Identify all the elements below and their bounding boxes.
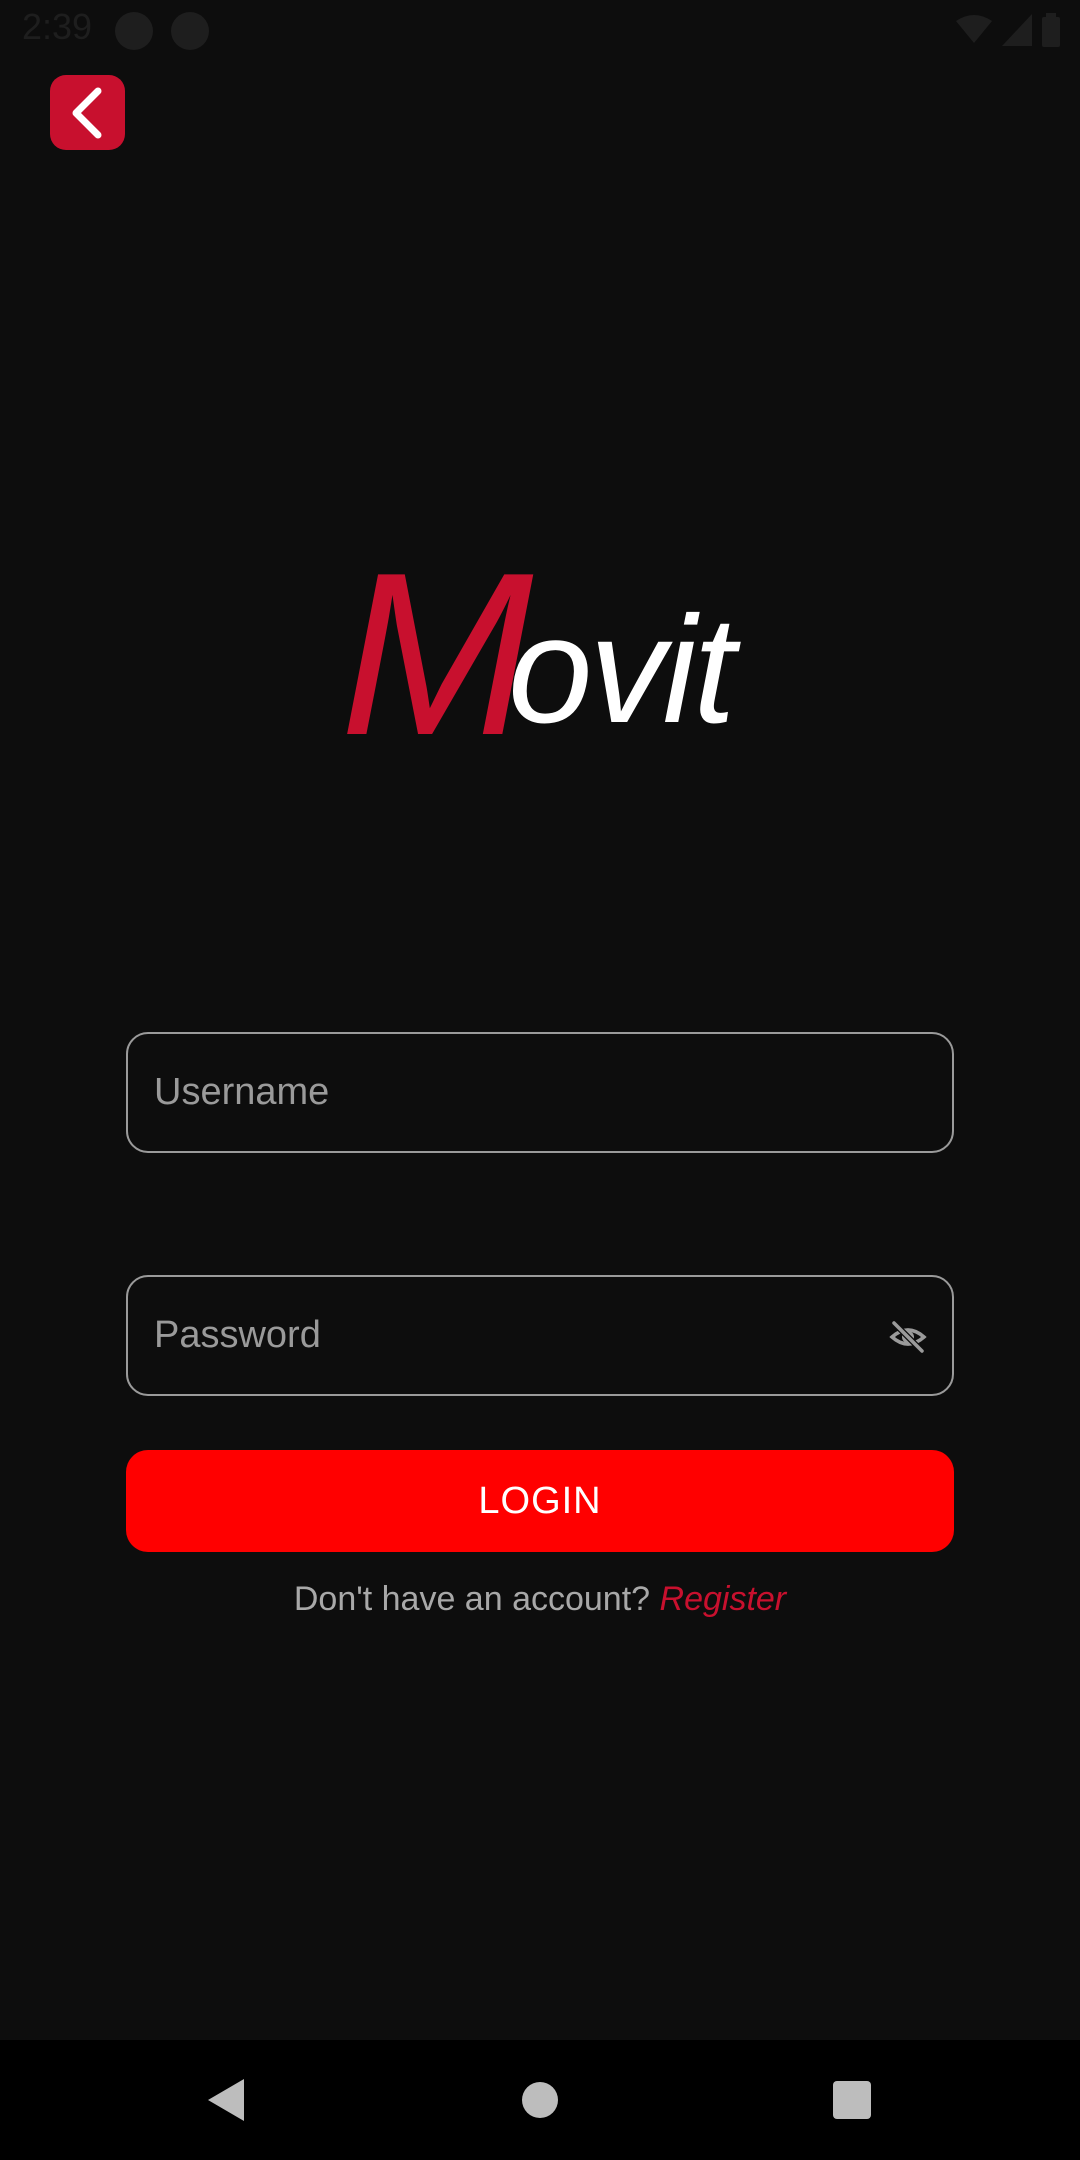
password-field[interactable] [126, 1275, 954, 1396]
status-bar: 2:39 [0, 0, 1080, 63]
nav-home-button[interactable] [510, 2070, 570, 2130]
login-button-label: LOGIN [478, 1479, 602, 1522]
half-circle-icon [171, 12, 209, 50]
login-button[interactable]: LOGIN [126, 1450, 954, 1552]
system-nav-bar [0, 2040, 1080, 2160]
register-prompt-text: Don't have an account? [293, 1580, 651, 1618]
logo-initial: M [340, 525, 533, 784]
username-input[interactable] [154, 1034, 854, 1151]
register-prompt: Don't have an account? Register [0, 1580, 1080, 1619]
chevron-left-icon [72, 87, 101, 138]
notification-a-icon [115, 12, 153, 50]
back-button[interactable] [50, 75, 125, 150]
app-logo: M ovit [340, 525, 760, 784]
username-field[interactable] [126, 1032, 954, 1153]
nav-back-button[interactable] [196, 2070, 256, 2130]
status-time: 2:39 [22, 6, 93, 47]
home-circle-icon [522, 2082, 558, 2118]
status-right-icons [956, 10, 1060, 50]
password-input[interactable] [154, 1277, 854, 1394]
recents-square-icon [833, 2081, 871, 2119]
nav-recents-button[interactable] [822, 2070, 882, 2130]
battery-icon [1042, 13, 1060, 47]
logo-text: ovit [508, 585, 736, 755]
signal-icon [1002, 14, 1032, 46]
eye-off-icon[interactable] [888, 1317, 928, 1357]
back-triangle-icon [208, 2079, 244, 2121]
wifi-icon [956, 15, 992, 43]
register-link[interactable]: Register [660, 1580, 787, 1618]
